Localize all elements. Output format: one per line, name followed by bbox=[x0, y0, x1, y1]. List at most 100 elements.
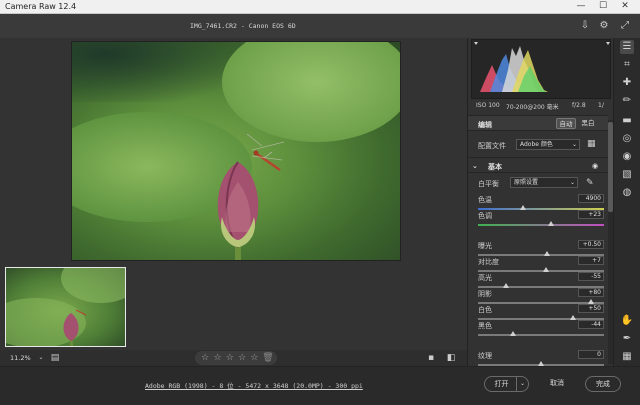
slider-label: 纹理 bbox=[478, 352, 492, 360]
slider-label: 曝光 bbox=[478, 242, 492, 250]
wb-label: 白平衡 bbox=[478, 180, 499, 188]
brush-icon[interactable]: ✏ bbox=[620, 94, 634, 108]
eyedropper-icon[interactable]: ✎ bbox=[586, 178, 594, 188]
slider-value-field[interactable]: -55 bbox=[578, 272, 604, 281]
bw-button[interactable]: 黑白 bbox=[579, 118, 597, 129]
slider-thumb[interactable] bbox=[543, 267, 550, 272]
top-toolbar: IMG_7461.CR2 - Canon EOS 6D ⇩ ⚙ ⤢ bbox=[0, 14, 640, 38]
slider-value-field[interactable]: +7 bbox=[578, 256, 604, 265]
done-button[interactable]: 完成 bbox=[585, 376, 621, 392]
edit-panel: ISO 100 70-200@200 毫米 f/2.8 1/ 编辑 自动 黑白 … bbox=[467, 38, 613, 366]
filmstrip-thumbnail[interactable] bbox=[5, 267, 126, 347]
fullscreen-icon[interactable]: ⤢ bbox=[619, 20, 631, 32]
lens-value: 70-200@200 毫米 bbox=[506, 104, 559, 111]
red-eye-icon[interactable]: ◉ bbox=[620, 150, 634, 164]
slider-value-field[interactable]: +0.50 bbox=[578, 240, 604, 249]
auto-button[interactable]: 自动 bbox=[556, 118, 576, 129]
wb-dropdown[interactable]: 原照设置 ⌄ bbox=[510, 177, 578, 188]
slider-thumb[interactable] bbox=[569, 315, 576, 320]
iso-value: ISO 100 bbox=[476, 102, 500, 109]
save-icon[interactable]: ⇩ bbox=[579, 20, 591, 32]
slider-value-field[interactable]: 0 bbox=[578, 350, 604, 359]
chevron-down-icon: ⌄ bbox=[569, 179, 575, 186]
slider-thumb[interactable] bbox=[548, 221, 555, 226]
snapshots-icon[interactable]: ▧ bbox=[620, 168, 634, 182]
photo-subject bbox=[217, 133, 285, 260]
histogram bbox=[471, 39, 611, 99]
photo-preview[interactable] bbox=[71, 41, 401, 261]
slider-label: 白色 bbox=[478, 306, 492, 314]
window-titlebar: Camera Raw 12.4 — ☐ ✕ bbox=[0, 0, 640, 14]
eye-icon[interactable]: ◉ bbox=[592, 162, 598, 170]
slider-value-field[interactable]: -44 bbox=[578, 320, 604, 329]
slider-track[interactable] bbox=[478, 334, 604, 336]
basic-title: 基本 bbox=[488, 163, 502, 171]
profile-label: 配置文件 bbox=[478, 142, 506, 150]
minimize-button[interactable]: — bbox=[570, 0, 592, 14]
before-after-icon[interactable]: ◧ bbox=[446, 353, 456, 363]
tool-strip: ☰ ⌗ ✚ ✏ ▬ ◎ ◉ ▧ ◍ ✋ ✒ ▦ bbox=[613, 38, 640, 366]
star-icon[interactable]: ☆ bbox=[201, 353, 210, 363]
image-canvas[interactable] bbox=[0, 38, 467, 350]
workflow-options-link[interactable]: Adobe RGB (1998) - 8 位 - 5472 x 3648 (20… bbox=[145, 380, 363, 390]
chevron-down-icon: ⌄ bbox=[571, 141, 577, 148]
open-label: 打开 bbox=[494, 380, 509, 388]
cancel-button[interactable]: 取消 bbox=[540, 376, 574, 392]
chevron-down-icon[interactable]: ⌄ bbox=[516, 377, 528, 391]
profile-dropdown[interactable]: Adobe 颜色 ⌄ bbox=[516, 139, 580, 150]
histogram-graph bbox=[474, 42, 610, 92]
star-icon[interactable]: ☆ bbox=[225, 353, 234, 363]
profile-value: Adobe 颜色 bbox=[520, 141, 553, 148]
basic-section-header[interactable]: ⌄ 基本 ◉ bbox=[468, 157, 608, 173]
star-icon[interactable]: ☆ bbox=[213, 353, 222, 363]
window-title: Camera Raw 12.4 bbox=[5, 2, 77, 11]
wb-value: 原照设置 bbox=[514, 179, 539, 186]
grid-icon[interactable]: ▦ bbox=[620, 350, 634, 364]
canvas-bottom-bar: 11.2% ⌄ ▤ ☆ ☆ ☆ ☆ ☆ 🗑 ▪ ◧ bbox=[0, 350, 467, 366]
slider-label: 对比度 bbox=[478, 258, 499, 266]
edit-sliders-icon[interactable]: ☰ bbox=[620, 40, 634, 54]
slider-thumb[interactable] bbox=[544, 251, 551, 256]
thumbnail-image bbox=[6, 268, 125, 346]
slider-thumb[interactable] bbox=[502, 283, 509, 288]
slider-label: 色调 bbox=[478, 212, 492, 220]
hand-icon[interactable]: ✋ bbox=[620, 314, 634, 328]
slider-thumb[interactable] bbox=[520, 205, 527, 210]
camera-metadata: ISO 100 70-200@200 毫米 f/2.8 1/ bbox=[468, 100, 614, 112]
maximize-button[interactable]: ☐ bbox=[592, 0, 614, 14]
slider-value-field[interactable]: 4900 bbox=[578, 194, 604, 203]
slider-label: 阴影 bbox=[478, 290, 492, 298]
star-icon[interactable]: ☆ bbox=[238, 353, 247, 363]
slider-label: 高光 bbox=[478, 274, 492, 282]
graduated-filter-icon[interactable]: ▬ bbox=[620, 114, 634, 128]
edit-section-header: 编辑 自动 黑白 bbox=[468, 115, 608, 131]
slider-value-field[interactable]: +80 bbox=[578, 288, 604, 297]
view-mode-icon[interactable]: ▪ bbox=[426, 353, 436, 363]
aperture-value: f/2.8 bbox=[572, 102, 586, 109]
zoom-level[interactable]: 11.2% bbox=[10, 354, 31, 362]
file-title: IMG_7461.CR2 - Canon EOS 6D bbox=[190, 22, 296, 30]
filmstrip-icon[interactable]: ▤ bbox=[50, 353, 60, 363]
slider-value-field[interactable]: +50 bbox=[578, 304, 604, 313]
presets-icon[interactable]: ◍ bbox=[620, 186, 634, 200]
star-icon[interactable]: ☆ bbox=[250, 353, 259, 363]
slider-track[interactable] bbox=[478, 224, 604, 226]
slider-value-field[interactable]: +23 bbox=[578, 210, 604, 219]
slider-label: 黑色 bbox=[478, 322, 492, 330]
healing-icon[interactable]: ✚ bbox=[620, 76, 634, 90]
rating-stars: ☆ ☆ ☆ ☆ ☆ 🗑 bbox=[195, 351, 277, 365]
gear-icon[interactable]: ⚙ bbox=[598, 20, 610, 32]
color-sampler-icon[interactable]: ✒ bbox=[620, 332, 634, 346]
slider-thumb[interactable] bbox=[510, 331, 517, 336]
chevron-down-icon: ⌄ bbox=[472, 162, 478, 170]
radial-filter-icon[interactable]: ◎ bbox=[620, 132, 634, 146]
close-window-button[interactable]: ✕ bbox=[614, 0, 636, 14]
crop-icon[interactable]: ⌗ bbox=[620, 58, 634, 72]
profile-browser-icon[interactable]: ▦ bbox=[587, 139, 596, 149]
edit-title: 编辑 bbox=[478, 121, 492, 129]
shutter-value: 1/ bbox=[598, 102, 604, 109]
chevron-down-icon[interactable]: ⌄ bbox=[36, 353, 46, 363]
trash-icon[interactable]: 🗑 bbox=[262, 353, 273, 363]
slider-label: 色温 bbox=[478, 196, 492, 204]
open-button[interactable]: 打开 ⌄ bbox=[484, 376, 529, 392]
